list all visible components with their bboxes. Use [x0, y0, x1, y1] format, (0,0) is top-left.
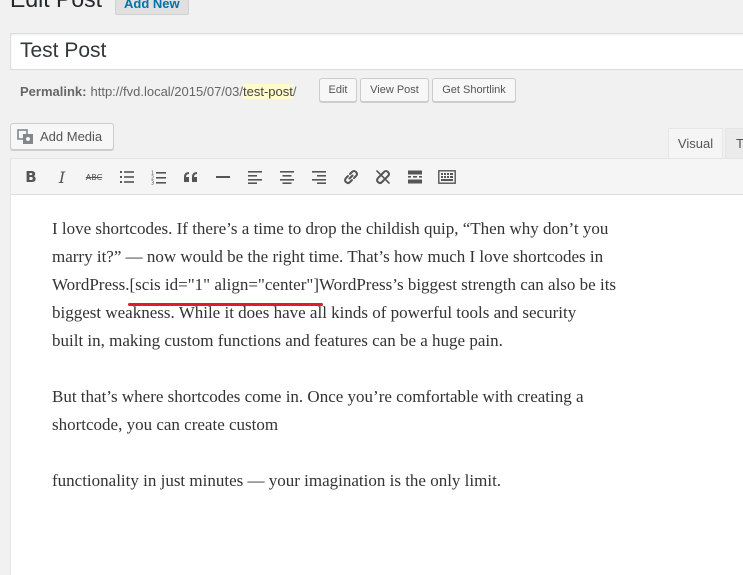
permalink-row: Permalink: http://fvd.local/2015/07/03/t…: [20, 82, 296, 100]
page-heading: Edit Post: [10, 0, 102, 13]
paragraph: I love shortcodes. If there’s a time to …: [52, 215, 722, 355]
permalink-base-url[interactable]: http://fvd.local/2015/07/03/: [90, 84, 243, 99]
align-left-button[interactable]: [243, 166, 267, 188]
align-center-button[interactable]: [275, 166, 299, 188]
strikethrough-icon: ABC: [85, 172, 103, 182]
tab-text[interactable]: Text: [725, 128, 743, 158]
bulleted-list-icon: [120, 171, 134, 183]
permalink-edit-button[interactable]: Edit: [319, 78, 357, 102]
align-right-icon: [312, 171, 326, 184]
text-line: I love shortcodes. If there’s a time to …: [52, 219, 609, 238]
blockquote-button[interactable]: [179, 166, 203, 188]
numbered-list-button[interactable]: 1 2 3: [147, 166, 171, 188]
permalink-trailing: /: [292, 83, 297, 99]
align-center-icon: [280, 171, 294, 184]
keyboard-icon: [438, 170, 456, 184]
media-icon: [17, 128, 33, 144]
bulleted-list-button[interactable]: [115, 166, 139, 188]
toolbar-toggle-button[interactable]: [435, 166, 459, 188]
horizontal-line-button[interactable]: [211, 166, 235, 188]
text-line: built in, making custom functions and fe…: [52, 331, 503, 350]
horizontal-line-icon: [216, 176, 230, 178]
editor-toolbar: B I ABC 1 2 3: [10, 158, 743, 195]
shortcode-text: [scis id="1" align="center"]: [127, 271, 323, 306]
align-left-icon: [248, 171, 262, 184]
title-field[interactable]: Test Post: [10, 33, 743, 70]
add-media-button[interactable]: Add Media: [10, 123, 114, 150]
add-media-label: Add Media: [40, 129, 103, 144]
text-line: But that’s where shortcodes come in. Onc…: [52, 387, 584, 406]
numbered-list-icon: 1 2 3: [151, 170, 166, 185]
get-shortlink-button[interactable]: Get Shortlink: [432, 78, 516, 102]
title-input-value: Test Post: [20, 39, 107, 62]
bold-icon: B: [25, 168, 37, 186]
permalink-label: Permalink:: [20, 83, 87, 99]
italic-button[interactable]: I: [50, 166, 74, 188]
text-fragment: WordPress’s biggest strength can also be…: [319, 275, 617, 294]
blockquote-icon: [184, 172, 197, 182]
paragraph: functionality in just minutes — your ima…: [52, 467, 722, 495]
permalink-slug[interactable]: test-post: [242, 83, 293, 99]
paragraph: But that’s where shortcodes come in. Onc…: [52, 383, 722, 439]
align-right-button[interactable]: [307, 166, 331, 188]
tab-visual[interactable]: Visual: [668, 128, 723, 158]
post-content: I love shortcodes. If there’s a time to …: [52, 215, 722, 523]
bold-button[interactable]: B: [19, 166, 43, 188]
text-line: shortcode, you can create custom: [52, 415, 279, 434]
italic-icon: I: [58, 167, 66, 187]
link-icon: [344, 170, 358, 185]
add-new-button[interactable]: Add New: [115, 0, 189, 15]
remove-link-button[interactable]: [371, 166, 395, 188]
view-post-button[interactable]: View Post: [360, 78, 429, 102]
text-fragment: WordPress.: [52, 275, 130, 294]
read-more-icon: [408, 170, 422, 184]
editor-content-area[interactable]: I love shortcodes. If there’s a time to …: [10, 195, 743, 575]
text-line: marry it?” — now would be the right time…: [52, 247, 604, 266]
text-line: WordPress.[scis id="1" align="center"]Wo…: [52, 271, 722, 306]
text-line: functionality in just minutes — your ima…: [52, 471, 502, 490]
strikethrough-button[interactable]: ABC: [82, 166, 106, 188]
unlink-icon: [376, 170, 390, 185]
insert-link-button[interactable]: [339, 166, 363, 188]
read-more-button[interactable]: [403, 166, 427, 188]
svg-text:3: 3: [151, 180, 154, 185]
